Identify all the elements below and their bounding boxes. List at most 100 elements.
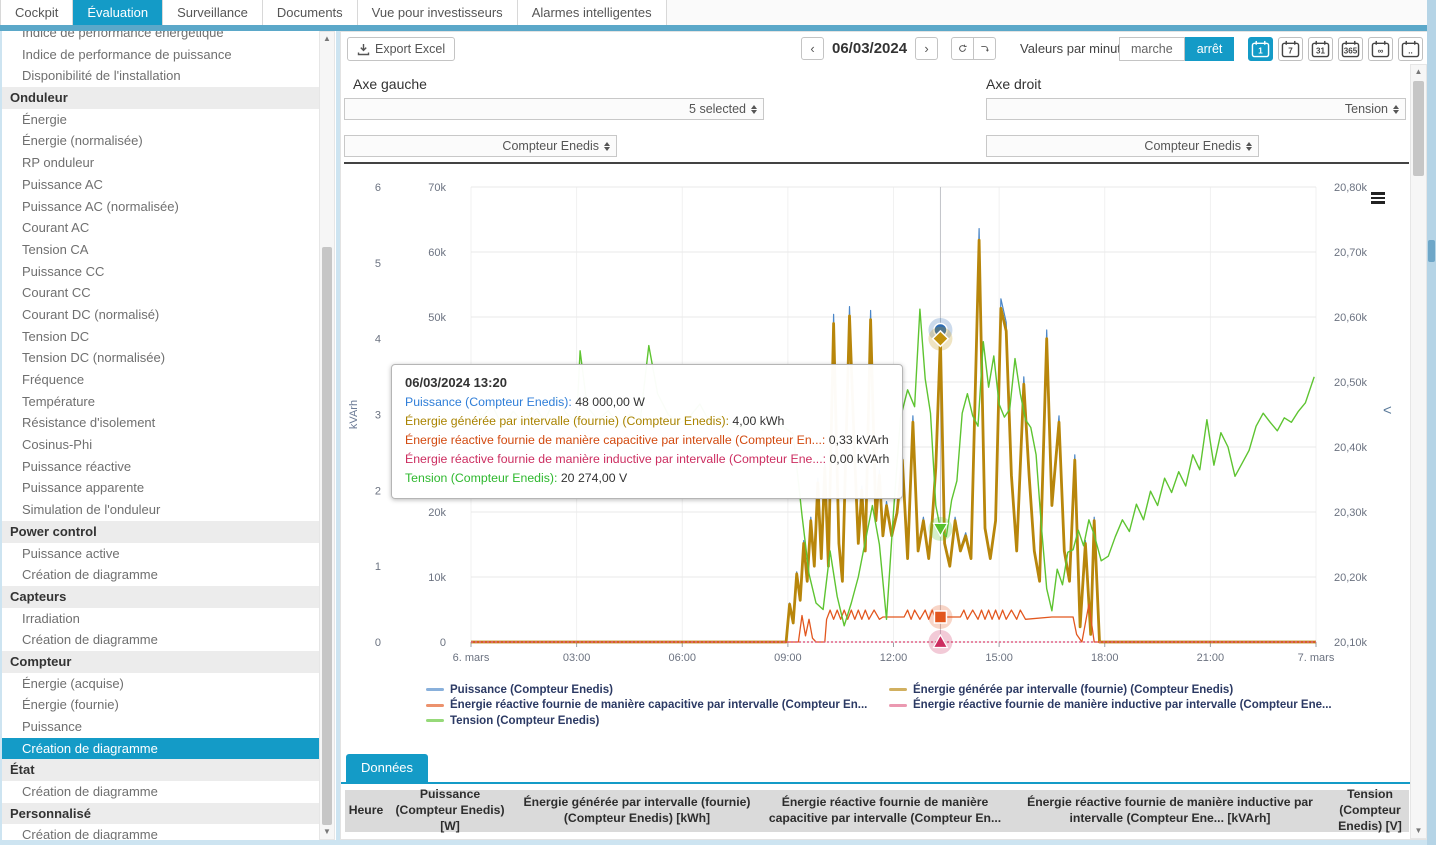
- sidebar-item[interactable]: Puissance active: [2, 543, 319, 565]
- kvarh-tick-label: 6: [375, 182, 381, 194]
- page-scrollbar[interactable]: [1427, 0, 1436, 845]
- main-scroll-thumb[interactable]: [1413, 81, 1424, 176]
- sidebar-item[interactable]: Énergie (acquise): [2, 673, 319, 695]
- sidebar-item[interactable]: Puissance: [2, 716, 319, 738]
- range-button-365[interactable]: 365: [1338, 37, 1363, 61]
- table-column-header: Énergie réactive fournie de manière capa…: [761, 790, 1009, 832]
- sidebar-item[interactable]: Fréquence: [2, 369, 319, 391]
- tab-surveillance[interactable]: Surveillance: [163, 0, 263, 25]
- scroll-down-icon[interactable]: ▼: [1411, 824, 1426, 838]
- sidebar-item[interactable]: Puissance AC: [2, 174, 319, 196]
- sidebar-item[interactable]: Création de diagramme: [2, 781, 319, 803]
- calendar-icon: ..: [1401, 40, 1420, 58]
- sidebar-item[interactable]: Puissance AC (normalisée): [2, 196, 319, 218]
- top-navigation: CockpitÉvaluationSurveillanceDocumentsVu…: [0, 0, 1436, 25]
- w-tick-label: 0: [440, 637, 446, 649]
- right-axis-device-select[interactable]: Compteur Enedis: [986, 135, 1259, 157]
- calendar-icon: 365: [1341, 40, 1360, 58]
- range-button-1[interactable]: 1: [1248, 37, 1273, 61]
- tab-cockpit[interactable]: Cockpit: [0, 0, 73, 25]
- range-button-31[interactable]: 31: [1308, 37, 1333, 61]
- tab-donnees[interactable]: Données: [346, 754, 428, 782]
- sidebar-item[interactable]: Tension CA: [2, 239, 319, 261]
- x-tick-label: 7. mars: [1298, 652, 1335, 664]
- tab-vue-pour-investisseurs[interactable]: Vue pour investisseurs: [358, 0, 518, 25]
- sidebar-item[interactable]: Résistance d'isolement: [2, 412, 319, 434]
- scroll-up-icon[interactable]: ▲: [320, 32, 334, 46]
- refresh-button[interactable]: [951, 37, 974, 60]
- sidebar-item[interactable]: Puissance réactive: [2, 456, 319, 478]
- collapse-panel-icon[interactable]: <: [1383, 402, 1392, 419]
- right-axis-title: Axe droit: [986, 76, 1041, 92]
- svg-text:1: 1: [1258, 47, 1263, 56]
- sidebar-item[interactable]: Énergie: [2, 109, 319, 131]
- v-tick-label: 20,30k: [1334, 507, 1368, 519]
- legend-item[interactable]: Puissance (Compteur Enedis): [426, 682, 867, 698]
- sidebar-item[interactable]: Tension DC: [2, 326, 319, 348]
- legend-item[interactable]: Énergie générée par intervalle (fournie)…: [889, 682, 1332, 698]
- sidebar-item[interactable]: Indice de performance énergétique: [2, 31, 319, 44]
- sidebar-item[interactable]: RP onduleur: [2, 152, 319, 174]
- prev-day-button[interactable]: ‹: [801, 37, 824, 60]
- data-table-header: HeurePuissance (Compteur Enedis) [W]Éner…: [345, 790, 1409, 832]
- sidebar-item[interactable]: Courant CC: [2, 282, 319, 304]
- export-excel-button[interactable]: Export Excel: [347, 37, 455, 61]
- w-tick-label: 70k: [428, 182, 446, 194]
- calendar-icon: 7: [1281, 40, 1300, 58]
- sidebar-item[interactable]: Création de diagramme: [2, 824, 319, 840]
- values-per-minute-label: Valeurs par minute: [1020, 41, 1128, 56]
- export-excel-label: Export Excel: [375, 42, 445, 56]
- sidebar-section-header: État: [2, 759, 319, 781]
- legend-item[interactable]: Tension (Compteur Enedis): [426, 713, 867, 729]
- updown-icon: [1393, 105, 1399, 114]
- next-day-button[interactable]: ›: [915, 37, 938, 60]
- range-button-7[interactable]: 7: [1278, 37, 1303, 61]
- left-axis-series-select[interactable]: 5 selected: [344, 98, 764, 120]
- right-axis-series-select[interactable]: Tension: [986, 98, 1406, 120]
- tab--valuation[interactable]: Évaluation: [73, 0, 163, 25]
- scroll-up-icon[interactable]: ▲: [1411, 65, 1426, 79]
- sidebar-item[interactable]: Température: [2, 391, 319, 413]
- x-tick-label: 6. mars: [453, 652, 490, 664]
- chart-tooltip: 06/03/2024 13:20 Puissance (Compteur Ene…: [391, 364, 903, 499]
- legend-item[interactable]: Énergie réactive fournie de manière indu…: [889, 698, 1332, 714]
- tab-alarmes-intelligentes[interactable]: Alarmes intelligentes: [518, 0, 667, 25]
- sidebar-item[interactable]: Puissance apparente: [2, 477, 319, 499]
- svg-text:365: 365: [1344, 47, 1358, 56]
- main-scrollbar[interactable]: ▲ ▼: [1410, 64, 1427, 839]
- sidebar-scroll-thumb[interactable]: [322, 247, 332, 825]
- sidebar-item[interactable]: Création de diagramme: [2, 564, 319, 586]
- download-icon: [357, 43, 370, 56]
- toggle-arrêt[interactable]: arrêt: [1185, 37, 1235, 61]
- range-button-..[interactable]: ..: [1398, 37, 1423, 61]
- calendar-icon: 31: [1311, 40, 1330, 58]
- sidebar-item[interactable]: Simulation de l'onduleur: [2, 499, 319, 521]
- sidebar-item[interactable]: Courant AC: [2, 217, 319, 239]
- v-tick-label: 20,70k: [1334, 247, 1368, 259]
- legend-item[interactable]: Énergie réactive fournie de manière capa…: [426, 698, 867, 714]
- jump-to-button[interactable]: [973, 37, 996, 60]
- page-scroll-thumb[interactable]: [1428, 240, 1435, 262]
- sidebar-item[interactable]: Puissance CC: [2, 261, 319, 283]
- sidebar-item[interactable]: Création de diagramme: [2, 629, 319, 651]
- sidebar-item[interactable]: Courant DC (normalisé): [2, 304, 319, 326]
- left-axis-device-select[interactable]: Compteur Enedis: [344, 135, 617, 157]
- sidebar-item[interactable]: Irradiation: [2, 608, 319, 630]
- tab-documents[interactable]: Documents: [263, 0, 358, 25]
- date-label: 06/03/2024: [832, 40, 907, 57]
- sidebar-item[interactable]: Indice de performance de puissance: [2, 44, 319, 66]
- toggle-marche[interactable]: marche: [1119, 37, 1185, 61]
- scroll-down-icon[interactable]: ▼: [320, 825, 334, 839]
- sidebar-section-header: Compteur: [2, 651, 319, 673]
- sidebar-item[interactable]: Disponibilité de l'installation: [2, 65, 319, 87]
- v-tick-label: 20,60k: [1334, 312, 1368, 324]
- sidebar-scrollbar[interactable]: ▲ ▼: [319, 31, 335, 840]
- sidebar-item[interactable]: Énergie (normalisée): [2, 130, 319, 152]
- svg-text:..: ..: [1408, 47, 1412, 56]
- sidebar-item[interactable]: Énergie (fournie): [2, 694, 319, 716]
- sidebar-item[interactable]: Création de diagramme: [2, 738, 319, 760]
- sidebar-item[interactable]: Tension DC (normalisée): [2, 347, 319, 369]
- chart-menu-icon[interactable]: [1371, 192, 1385, 206]
- range-button-∞[interactable]: ∞: [1368, 37, 1393, 61]
- sidebar-item[interactable]: Cosinus-Phi: [2, 434, 319, 456]
